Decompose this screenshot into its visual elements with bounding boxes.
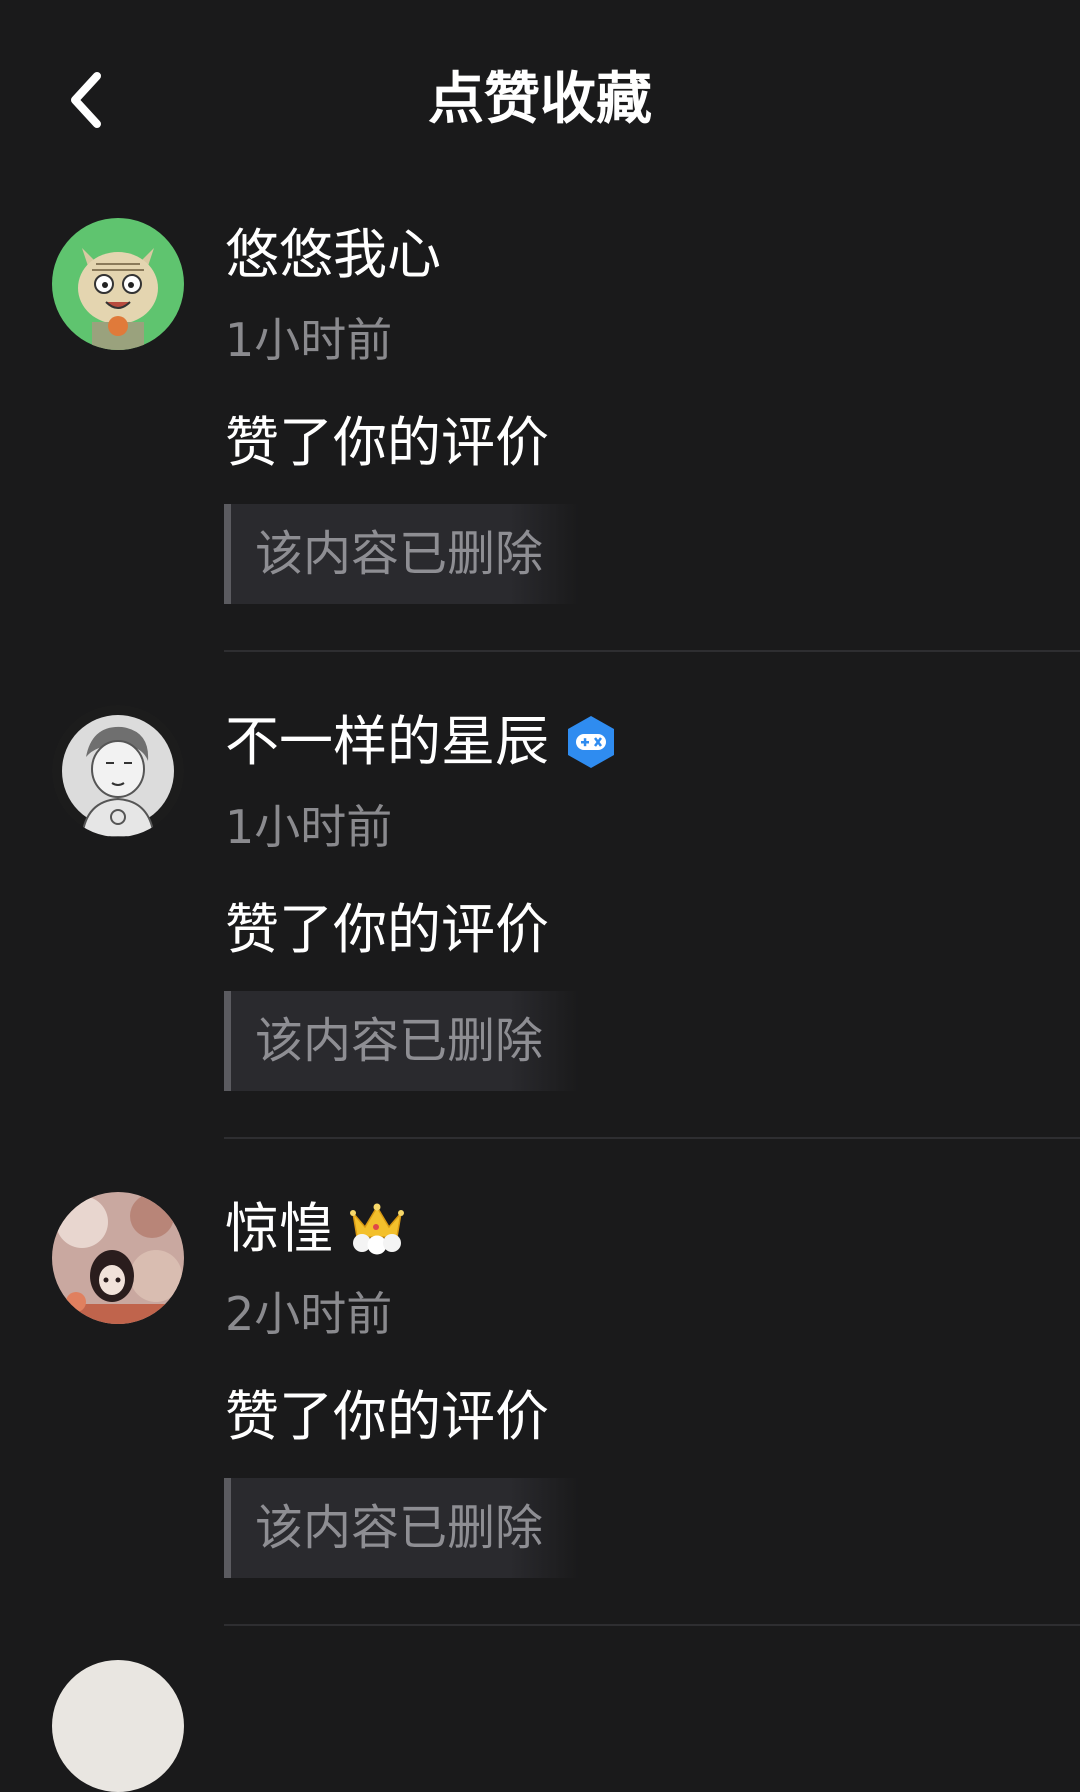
timestamp: 1小时前	[225, 313, 393, 367]
timestamp: 1小时前	[225, 800, 393, 854]
action-text: 赞了你的评价	[225, 411, 549, 474]
name-row: 惊惶	[225, 1194, 405, 1264]
avatar[interactable]	[52, 705, 184, 837]
user-name[interactable]: 惊惶	[225, 1194, 333, 1264]
divider	[224, 1624, 1080, 1626]
name-row: 不一样的星辰	[225, 707, 617, 777]
name-row: 悠悠我心	[225, 220, 441, 290]
crown-badge-icon	[349, 1203, 405, 1255]
timestamp: 2小时前	[225, 1287, 393, 1341]
quoted-content-text: 该内容已删除	[255, 1500, 544, 1556]
quoted-content-text: 该内容已删除	[255, 1013, 544, 1069]
gamepad-badge-icon	[565, 714, 617, 770]
avatar[interactable]	[52, 1192, 184, 1324]
avatar[interactable]	[52, 1660, 184, 1792]
notification-item[interactable]: 不一样的星辰 1小时前 赞了你的评价 该内容已删除	[0, 687, 1080, 1174]
quoted-content-text: 该内容已删除	[255, 526, 544, 582]
notification-item[interactable]: 惊惶 2小时前 赞了你的评价 该内容已删除	[0, 1174, 1080, 1661]
avatar[interactable]	[52, 218, 184, 350]
user-name[interactable]: 悠悠我心	[225, 220, 441, 290]
notification-item[interactable]: 悠悠我心 1小时前 赞了你的评价 该内容已删除	[0, 200, 1080, 687]
divider	[224, 1137, 1080, 1139]
quoted-content[interactable]: 该内容已删除	[224, 1478, 579, 1578]
page-title: 点赞收藏	[428, 67, 652, 132]
user-name[interactable]: 不一样的星辰	[225, 707, 549, 777]
top-bar: 点赞收藏	[0, 0, 1080, 200]
quoted-content[interactable]: 该内容已删除	[224, 991, 579, 1091]
quoted-content[interactable]: 该内容已删除	[224, 504, 579, 604]
action-text: 赞了你的评价	[225, 1385, 549, 1448]
action-text: 赞了你的评价	[225, 898, 549, 961]
divider	[224, 650, 1080, 652]
notification-list: 悠悠我心 1小时前 赞了你的评价 该内容已删除 不一样的星辰 1小时前 赞了你的…	[0, 200, 1080, 1661]
